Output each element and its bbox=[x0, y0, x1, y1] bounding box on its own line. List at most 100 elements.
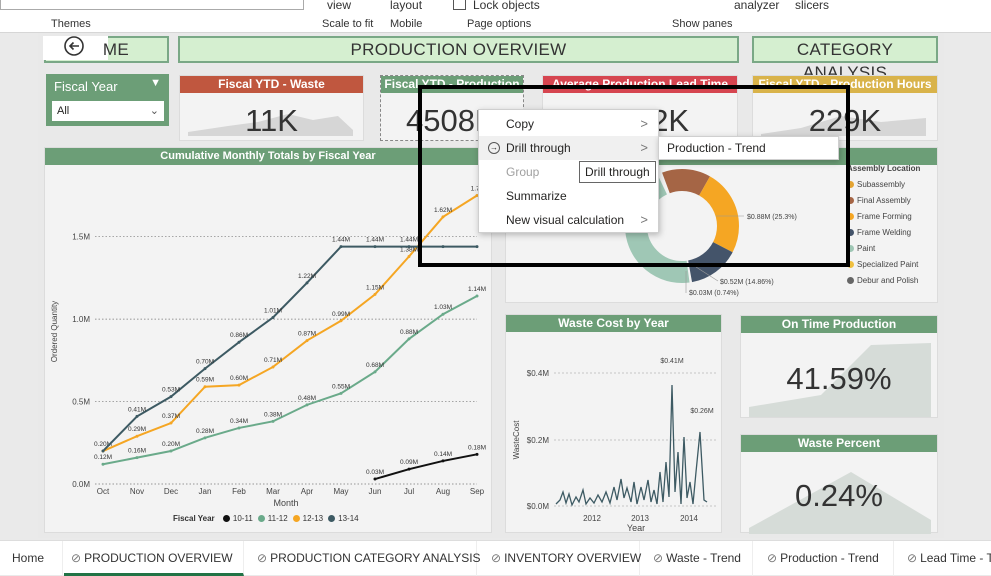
data-point bbox=[237, 426, 241, 430]
donut-legend-item[interactable]: Paint bbox=[847, 244, 939, 253]
waste-ytick: $0.4M bbox=[527, 369, 550, 378]
data-label: 0.87M bbox=[298, 331, 316, 338]
kpi-card-waste[interactable]: Fiscal YTD - Waste 11K bbox=[179, 75, 364, 141]
donut-legend-item[interactable]: Subassembly bbox=[847, 180, 939, 189]
data-point bbox=[237, 340, 241, 344]
data-label: 1.03M bbox=[434, 304, 452, 311]
slicer-dropdown[interactable]: All ⌄ bbox=[52, 101, 164, 121]
tab-inventory-overview[interactable]: ⊘ INVENTORY OVERVIEW bbox=[484, 541, 641, 576]
data-label: 0.14M bbox=[434, 451, 452, 458]
legend-dot bbox=[222, 515, 230, 522]
waste-percent-card[interactable]: Waste Percent 0.24% bbox=[740, 434, 938, 534]
waste-annotation: $0.41M bbox=[660, 358, 684, 365]
page-tabs: Home ⊘ PRODUCTION OVERVIEW ⊘ PRODUCTION CA… bbox=[0, 540, 991, 576]
line-chart-legend: Fiscal Year 10-11 11-12 12-13 13-14 bbox=[173, 514, 364, 523]
legend-item-10-11[interactable]: 10-11 bbox=[222, 514, 253, 523]
donut-legend-item[interactable]: Debur and Polish bbox=[847, 276, 939, 285]
submenu-production-trend[interactable]: Production - Trend bbox=[658, 136, 839, 160]
tab-home[interactable]: Home bbox=[5, 541, 63, 576]
analyzer-button[interactable]: analyzer bbox=[734, 0, 779, 12]
hidden-eye-icon: ⊘ bbox=[491, 551, 502, 565]
data-label: 0.16M bbox=[128, 448, 146, 455]
tab-production-category-analysis[interactable]: ⊘ PRODUCTION CATEGORY ANALYSIS bbox=[250, 541, 481, 576]
data-point bbox=[373, 477, 377, 481]
tab-label: Production - Trend bbox=[780, 551, 879, 565]
data-label: 0.53M bbox=[162, 387, 180, 394]
menu-item-label: Group bbox=[506, 165, 540, 179]
legend-dot bbox=[847, 277, 854, 284]
data-label: 0.41M bbox=[128, 406, 146, 413]
on-time-production-card[interactable]: On Time Production 41.59% bbox=[740, 315, 938, 418]
menu-item-drill-through[interactable]: → Drill through > bbox=[479, 136, 660, 160]
show-panes-label: Show panes bbox=[672, 18, 733, 30]
x-tick-label: Jan bbox=[199, 487, 212, 496]
legend-item-12-13[interactable]: 12-13 bbox=[292, 514, 323, 523]
category-analysis-nav-button[interactable]: CATEGORY ANALYSIS bbox=[752, 36, 938, 82]
waste-cost-chart-card[interactable]: Waste Cost by Year $0.4M $0.2M $0.0M 201… bbox=[505, 314, 722, 533]
data-point bbox=[441, 459, 445, 463]
page-options-label: Page options bbox=[467, 18, 532, 30]
data-label: 1.14M bbox=[468, 286, 486, 293]
data-label: 0.68M bbox=[366, 362, 384, 369]
layout-button[interactable]: layout bbox=[390, 0, 422, 12]
menu-item-copy[interactable]: Copy > bbox=[479, 112, 660, 136]
data-label: 0.28M bbox=[196, 428, 214, 435]
chevron-right-icon: > bbox=[640, 212, 648, 227]
waste-percent-value: 0.24% bbox=[795, 478, 883, 513]
data-label: 0.99M bbox=[332, 311, 350, 318]
chevron-down-icon[interactable]: ▼ bbox=[150, 77, 161, 89]
view-button[interactable]: view bbox=[327, 0, 351, 12]
menu-item-new-visual-calculation[interactable]: New visual calculation > bbox=[479, 208, 660, 232]
x-tick-label: Jun bbox=[369, 487, 382, 496]
menu-item-label: Copy bbox=[506, 117, 535, 131]
tab-production-overview[interactable]: ⊘ PRODUCTION OVERVIEW bbox=[64, 541, 244, 576]
data-point bbox=[475, 452, 479, 456]
slicers-button[interactable]: slicers bbox=[795, 0, 829, 12]
donut-legend-item[interactable]: Frame Forming bbox=[847, 212, 939, 221]
waste-xlabel: Year bbox=[627, 523, 645, 533]
fiscal-year-slicer[interactable]: Fiscal Year ▼ All ⌄ bbox=[46, 74, 169, 126]
menu-item-label: Drill through bbox=[506, 141, 571, 155]
production-overview-header[interactable]: PRODUCTION OVERVIEW bbox=[178, 36, 739, 63]
menu-item-summarize[interactable]: Summarize bbox=[479, 184, 660, 208]
tab-waste-trend[interactable]: ⊘ Waste - Trend bbox=[646, 541, 753, 576]
tab-lead-time-trend[interactable]: ⊘ Lead Time - T bbox=[900, 541, 991, 576]
data-point bbox=[407, 337, 411, 341]
waste-cost-chart[interactable]: $0.4M $0.2M $0.0M 2012 2013 2014 Year Wa… bbox=[506, 332, 723, 534]
data-label: 0.86M bbox=[230, 332, 248, 339]
home-nav-button[interactable]: ME bbox=[43, 36, 169, 63]
kpi-value: 11K bbox=[245, 103, 298, 138]
donut-legend-item[interactable]: Specialized Paint bbox=[847, 260, 939, 269]
back-arrow-icon[interactable] bbox=[43, 36, 108, 60]
data-point bbox=[305, 281, 309, 285]
legend-dot bbox=[257, 515, 265, 522]
tab-label: Home bbox=[12, 551, 45, 565]
y-tick-label: 0.5M bbox=[72, 398, 90, 407]
legend-item-11-12[interactable]: 11-12 bbox=[257, 514, 288, 523]
data-point bbox=[339, 391, 343, 395]
lock-objects-label[interactable]: Lock objects bbox=[473, 0, 540, 12]
donut-label-c: $0.03M (0.74%) bbox=[689, 290, 739, 297]
tab-production-trend[interactable]: ⊘ Production - Trend bbox=[760, 541, 894, 576]
data-point bbox=[339, 245, 343, 249]
data-label: 1.44M bbox=[400, 237, 418, 244]
legend-dot bbox=[328, 515, 336, 522]
kpi-title: Fiscal YTD - Waste bbox=[180, 76, 363, 93]
data-point bbox=[305, 403, 309, 407]
drill-through-tooltip: Drill through bbox=[579, 161, 656, 183]
data-point bbox=[203, 436, 207, 440]
data-label: 0.34M bbox=[230, 418, 248, 425]
data-label: 1.22M bbox=[298, 273, 316, 280]
waste-cost-line bbox=[555, 384, 708, 507]
slicer-value: All bbox=[57, 105, 70, 117]
legend-item-13-14[interactable]: 13-14 bbox=[328, 514, 359, 523]
data-point bbox=[101, 462, 105, 466]
x-tick-label: Sep bbox=[470, 487, 485, 496]
data-point bbox=[135, 456, 139, 460]
donut-legend-item[interactable]: Frame Welding bbox=[847, 228, 939, 237]
donut-legend-item[interactable]: Final Assembly bbox=[847, 196, 939, 205]
data-label: 1.44M bbox=[366, 237, 384, 244]
data-point bbox=[305, 339, 309, 343]
chevron-right-icon: > bbox=[640, 140, 648, 155]
lock-objects-checkbox[interactable] bbox=[453, 0, 466, 10]
